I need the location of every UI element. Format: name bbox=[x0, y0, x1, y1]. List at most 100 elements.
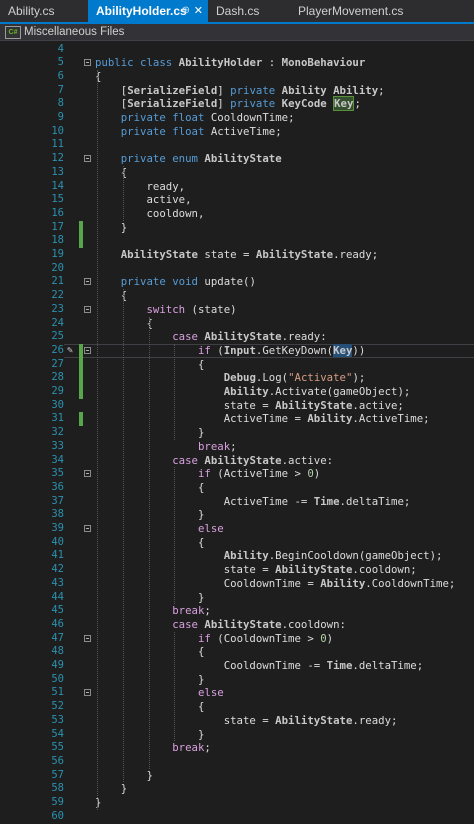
code-text: AbilityState state = AbilityState.ready; bbox=[120, 248, 379, 261]
code-editor[interactable]: 4 5 public class AbilityHolder : MonoBehav… bbox=[0, 41, 474, 824]
code-text: private float CooldownTime; bbox=[120, 111, 295, 124]
collapse-icon[interactable] bbox=[84, 305, 91, 313]
line-number: 29 bbox=[51, 385, 64, 397]
collapse-icon[interactable] bbox=[84, 525, 91, 532]
pin-icon[interactable]: ⊕ bbox=[182, 0, 190, 22]
code-line[interactable]: 9 private float CooldownTime; bbox=[0, 111, 474, 125]
code-line[interactable]: 16 cooldown, bbox=[0, 207, 474, 221]
change-marker bbox=[79, 343, 83, 358]
code-text: CooldownTime -= Time.deltaTime; bbox=[95, 659, 424, 672]
code-line[interactable]: 21 private void update() bbox=[0, 275, 474, 289]
code-line[interactable]: 40 { bbox=[0, 536, 474, 550]
line-number: 36 bbox=[51, 480, 64, 493]
line-number: 15 bbox=[51, 193, 64, 206]
code-line[interactable]: 8 [SerializeField] private KeyCode Key; bbox=[0, 96, 474, 112]
line-number: 32 bbox=[51, 426, 64, 439]
line-number: 50 bbox=[51, 672, 64, 685]
tab-playermovement-cs[interactable]: PlayerMovement.cs bbox=[290, 0, 420, 22]
code-text: active, bbox=[95, 193, 192, 207]
code-line[interactable]: 44 } bbox=[0, 591, 474, 605]
code-line[interactable]: 7 [SerializeField] private Ability Abili… bbox=[0, 84, 474, 98]
code-line[interactable]: 15 active, bbox=[0, 193, 474, 207]
code-line[interactable]: 24 { bbox=[0, 317, 474, 331]
code-line[interactable]: 48 { bbox=[0, 645, 474, 659]
code-line[interactable]: 12 private enum AbilityState bbox=[0, 152, 474, 166]
code-line[interactable]: 45 break; bbox=[0, 604, 474, 618]
collapse-icon[interactable] bbox=[84, 689, 91, 697]
code-line[interactable]: 50 } bbox=[0, 673, 474, 687]
code-line[interactable]: 51 else bbox=[0, 686, 474, 700]
navigation-bar[interactable]: C# Miscellaneous Files bbox=[0, 24, 474, 41]
quick-action-icon[interactable]: ✎ bbox=[67, 345, 73, 356]
indent-guide bbox=[174, 631, 176, 742]
tab-label: AbilityHolder.cs bbox=[96, 4, 187, 18]
code-line[interactable]: 17 } bbox=[0, 220, 474, 235]
code-line[interactable]: 23 switch (state) bbox=[0, 303, 474, 317]
code-line[interactable]: 10 private float ActiveTime; bbox=[0, 125, 474, 139]
collapse-icon[interactable] bbox=[84, 634, 91, 642]
code-line[interactable]: 29 Ability.Activate(gameObject); bbox=[0, 385, 474, 399]
line-number: 57 bbox=[51, 768, 64, 781]
collapse-icon[interactable] bbox=[84, 470, 91, 478]
code-line[interactable]: 5 public class AbilityHolder : MonoBehavi… bbox=[0, 56, 474, 70]
collapse-icon[interactable] bbox=[84, 278, 91, 286]
code-line[interactable]: 27 { bbox=[0, 357, 474, 372]
tab-abilityholder-cs[interactable]: AbilityHolder.cs ⊕ ✕ bbox=[88, 0, 208, 22]
code-line[interactable]: 6{ bbox=[0, 70, 474, 84]
code-line[interactable]: 34 case AbilityState.active: bbox=[0, 454, 474, 468]
code-line[interactable]: 36 { bbox=[0, 481, 474, 495]
code-line[interactable]: 11 bbox=[0, 138, 474, 152]
code-line[interactable]: 55 break; bbox=[0, 741, 474, 755]
line-number: 16 bbox=[51, 206, 64, 219]
code-line[interactable]: 59} bbox=[0, 796, 474, 810]
code-line[interactable]: 38 } bbox=[0, 508, 474, 522]
code-line[interactable]: 46 case AbilityState.cooldown: bbox=[0, 618, 474, 632]
indent-guide bbox=[97, 69, 99, 810]
code-line[interactable]: 13 { bbox=[0, 166, 474, 180]
line-number: 33 bbox=[51, 439, 64, 452]
code-line[interactable]: 56 bbox=[0, 755, 474, 769]
code-line[interactable]: 52 { bbox=[0, 700, 474, 714]
code-line[interactable]: 39 else bbox=[0, 522, 474, 536]
code-line[interactable]: 57 } bbox=[0, 769, 474, 783]
close-icon[interactable]: ✕ bbox=[194, 0, 203, 22]
code-line[interactable]: 53 state = AbilityState.ready; bbox=[0, 714, 474, 728]
line-number: 48 bbox=[51, 645, 64, 658]
code-line[interactable]: 28 Debug.Log("Activate"); bbox=[0, 371, 474, 385]
code-line[interactable]: 43 CooldownTime = Ability.CooldownTime; bbox=[0, 577, 474, 591]
code-line[interactable]: 54 } bbox=[0, 728, 474, 742]
line-number: 58 bbox=[51, 782, 64, 795]
collapse-icon[interactable] bbox=[84, 59, 91, 67]
code-line[interactable]: 60 bbox=[0, 810, 474, 824]
collapse-icon[interactable] bbox=[84, 346, 91, 354]
tab-dash-cs[interactable]: Dash.cs bbox=[208, 0, 290, 22]
tab-ability-cs[interactable]: Ability.cs bbox=[0, 0, 88, 22]
line-number: 31 bbox=[51, 412, 64, 425]
code-line[interactable]: 30 state = AbilityState.active; bbox=[0, 399, 474, 413]
code-line[interactable]: 58 } bbox=[0, 782, 474, 796]
code-line[interactable]: 22 { bbox=[0, 289, 474, 303]
project-dropdown-label[interactable]: Miscellaneous Files bbox=[24, 24, 124, 40]
code-line[interactable]: 20 bbox=[0, 262, 474, 276]
code-line[interactable]: 49 CooldownTime -= Time.deltaTime; bbox=[0, 659, 474, 673]
code-text: Ability.BeginCooldown(gameObject); bbox=[223, 549, 443, 563]
code-line[interactable]: 41 Ability.BeginCooldown(gameObject); bbox=[0, 549, 474, 563]
code-line[interactable]: 14 ready, bbox=[0, 180, 474, 194]
code-line[interactable]: 31 ActiveTime = Ability.ActiveTime; bbox=[0, 412, 474, 427]
code-line[interactable]: 4 bbox=[0, 43, 474, 57]
code-text: else bbox=[197, 522, 224, 535]
code-line[interactable]: 32 } bbox=[0, 426, 474, 440]
code-line[interactable]: 33 break; bbox=[0, 440, 474, 454]
code-line[interactable]: 42 state = AbilityState.cooldown; bbox=[0, 563, 474, 577]
code-line[interactable]: 25 case AbilityState.ready: bbox=[0, 330, 474, 344]
code-line[interactable]: ✎ 26 if (Input.GetKeyDown(Key)) bbox=[0, 343, 474, 358]
code-line[interactable]: 37 ActiveTime -= Time.deltaTime; bbox=[0, 495, 474, 509]
code-text: } bbox=[95, 220, 128, 234]
collapse-icon[interactable] bbox=[84, 155, 91, 163]
line-number: 12 bbox=[51, 152, 64, 165]
code-line[interactable]: 19 AbilityState state = AbilityState.rea… bbox=[0, 248, 474, 262]
code-line[interactable]: 35 if (ActiveTime > 0) bbox=[0, 467, 474, 481]
code-line[interactable]: 18 bbox=[0, 234, 474, 248]
tab-label: Dash.cs bbox=[216, 4, 260, 18]
code-line[interactable]: 47 if (CooldownTime > 0) bbox=[0, 632, 474, 646]
